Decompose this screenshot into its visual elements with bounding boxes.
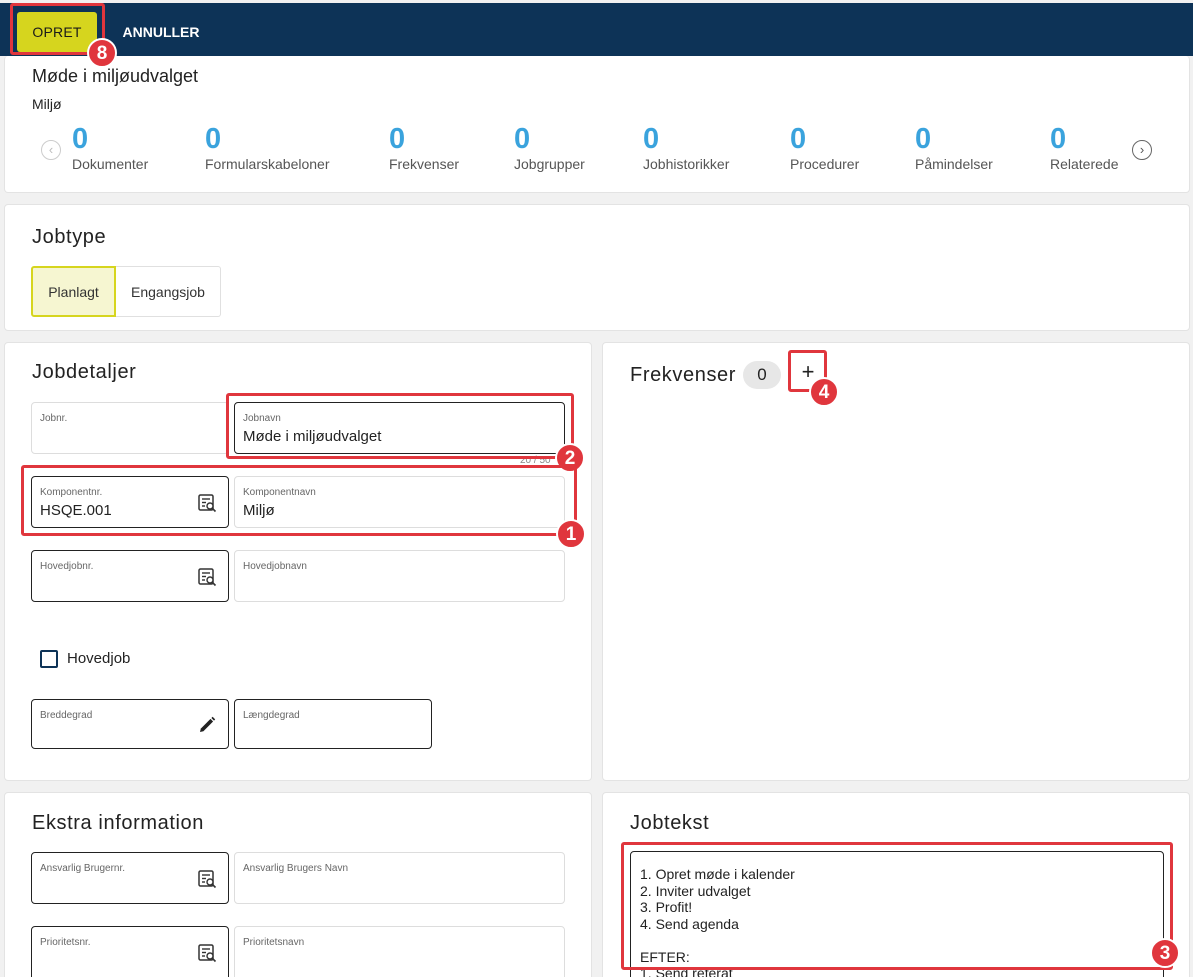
stat-label: Procedurer — [790, 156, 860, 172]
stat-label: Påmindelser — [915, 156, 993, 172]
stat-relaterede[interactable]: 0 Relaterede — [1050, 122, 1119, 172]
frekvenser-card — [602, 342, 1190, 781]
prev-arrow-icon[interactable]: ‹ — [41, 140, 61, 160]
field-label: Hovedjobnavn — [243, 561, 307, 572]
prioritetsnr-field[interactable]: Prioritetsnr. — [31, 926, 229, 977]
laengdegrad-field[interactable]: Længdegrad — [234, 699, 432, 749]
hovedjobnavn-field[interactable]: Hovedjobnavn — [234, 550, 565, 602]
jobtekst-textarea[interactable]: 1. Opret møde i kalender 2. Inviter udva… — [630, 851, 1164, 977]
jobtekst-title: Jobtekst — [630, 812, 710, 834]
field-label: Ansvarlig Brugers Navn — [243, 863, 349, 874]
field-value: HSQE.001 — [40, 502, 112, 519]
komponentnr-field[interactable]: Komponentnr. HSQE.001 — [31, 476, 229, 528]
list-search-icon[interactable] — [197, 943, 217, 963]
stat-value: 0 — [389, 123, 406, 155]
frekvenser-title: Frekvenser — [630, 364, 737, 386]
list-search-icon[interactable] — [197, 869, 217, 889]
field-label: Jobnavn — [243, 413, 281, 424]
komponentnavn-field[interactable]: Komponentnavn Miljø — [234, 476, 565, 528]
field-label: Prioritetsnr. — [40, 937, 91, 948]
stat-label: Jobhistorikker — [643, 156, 730, 172]
field-label: Prioritetsnavn — [243, 937, 305, 948]
char-counter: 20 / 50 — [520, 455, 551, 466]
jobnr-field[interactable]: Jobnr. — [31, 402, 229, 454]
annotation-badge-4: 4 — [809, 377, 839, 407]
jobnavn-field[interactable]: Jobnavn Møde i miljøudvalget — [234, 402, 565, 454]
prioritetsnavn-field[interactable]: Prioritetsnavn — [234, 926, 565, 977]
stat-formularskabeloner[interactable]: 0 Formularskabeloner — [205, 122, 330, 172]
field-label: Jobnr. — [40, 413, 68, 424]
frekvenser-count-badge: 0 — [743, 361, 781, 389]
stat-value: 0 — [514, 123, 531, 155]
pencil-icon[interactable] — [197, 715, 217, 735]
hovedjob-checkbox[interactable] — [40, 650, 58, 668]
stat-label: Jobgrupper — [514, 156, 585, 172]
stat-value: 0 — [72, 123, 89, 155]
annotation-badge-8: 8 — [87, 38, 117, 68]
stat-procedurer[interactable]: 0 Procedurer — [790, 122, 859, 172]
top-toolbar: OPRET ANNULLER — [0, 3, 1193, 56]
stat-dokumenter[interactable]: 0 Dokumenter — [72, 122, 148, 172]
stat-frekvenser[interactable]: 0 Frekvenser — [389, 122, 459, 172]
annotation-badge-2: 2 — [555, 443, 585, 473]
hovedjobnr-field[interactable]: Hovedjobnr. — [31, 550, 229, 602]
job-subtitle: Miljø — [32, 96, 62, 112]
stat-label: Frekvenser — [389, 156, 460, 172]
stat-label: Relaterede — [1050, 156, 1119, 172]
stat-value: 0 — [1050, 123, 1067, 155]
jobdetails-title: Jobdetaljer — [32, 361, 137, 383]
hovedjob-label: Hovedjob — [67, 650, 131, 667]
jobtype-title: Jobtype — [32, 226, 107, 248]
create-button[interactable]: OPRET — [17, 12, 97, 52]
field-value: Møde i miljøudvalget — [243, 428, 382, 445]
list-search-icon[interactable] — [197, 493, 217, 513]
stat-label: Formularskabeloner — [205, 156, 330, 172]
job-title: Møde i miljøudvalget — [32, 66, 199, 86]
field-label: Længdegrad — [243, 710, 300, 721]
stat-value: 0 — [643, 123, 660, 155]
breddegrad-field[interactable]: Breddegrad — [31, 699, 229, 749]
field-label: Komponentnr. — [40, 487, 103, 498]
jobtype-engangsjob[interactable]: Engangsjob — [116, 266, 221, 317]
stat-jobhistorikker[interactable]: 0 Jobhistorikker — [643, 122, 729, 172]
stat-jobgrupper[interactable]: 0 Jobgrupper — [514, 122, 585, 172]
stat-value: 0 — [915, 123, 932, 155]
ansvarlig-brugernr-field[interactable]: Ansvarlig Brugernr. — [31, 852, 229, 904]
extra-info-title: Ekstra information — [32, 812, 204, 834]
field-value: Miljø — [243, 502, 275, 519]
next-arrow-icon[interactable]: › — [1132, 140, 1152, 160]
field-label: Ansvarlig Brugernr. — [40, 863, 126, 874]
annotation-badge-1: 1 — [556, 519, 586, 549]
stat-paamindelser[interactable]: 0 Påmindelser — [915, 122, 993, 172]
field-label: Breddegrad — [40, 710, 93, 721]
field-label: Hovedjobnr. — [40, 561, 94, 572]
stat-label: Dokumenter — [72, 156, 149, 172]
ansvarlig-brugers-navn-field[interactable]: Ansvarlig Brugers Navn — [234, 852, 565, 904]
list-search-icon[interactable] — [197, 567, 217, 587]
cancel-button[interactable]: ANNULLER — [113, 12, 209, 52]
stat-value: 0 — [205, 123, 222, 155]
field-label: Komponentnavn — [243, 487, 316, 498]
annotation-badge-3: 3 — [1150, 938, 1180, 968]
jobtype-planlagt[interactable]: Planlagt — [31, 266, 116, 317]
stat-value: 0 — [790, 123, 807, 155]
